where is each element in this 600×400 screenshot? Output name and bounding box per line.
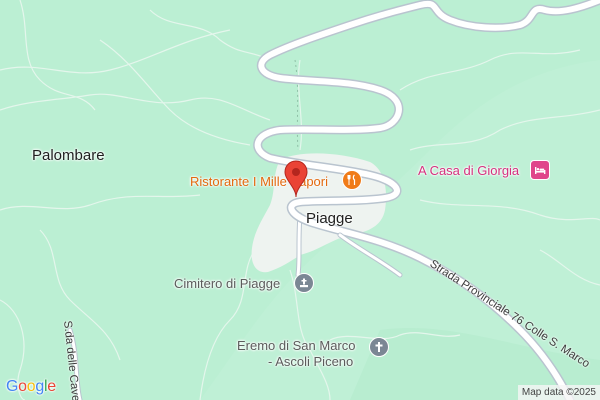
pin-shape — [284, 160, 308, 198]
label-lodging[interactable]: A Casa di Giorgia — [418, 163, 519, 178]
location-pin-icon[interactable] — [284, 160, 308, 203]
label-palombare[interactable]: Palombare — [32, 147, 105, 164]
logo-letter: o — [18, 378, 27, 395]
map-canvas[interactable]: Palombare Piagge Ristorante I Mille Sapo… — [0, 0, 600, 400]
cross-glyph — [375, 342, 383, 352]
memorial-glyph — [300, 278, 308, 288]
cross-icon[interactable] — [369, 337, 389, 357]
google-logo-letters: Google — [6, 378, 56, 395]
trail — [539, 249, 600, 286]
label-hermitage-line2[interactable]: - Ascoli Piceno — [268, 354, 353, 369]
label-piagge[interactable]: Piagge — [306, 210, 353, 227]
bed-glyph — [535, 167, 546, 174]
logo-letter: g — [35, 378, 44, 395]
logo-letter: e — [47, 378, 56, 395]
bed-icon[interactable] — [530, 160, 550, 180]
trail — [419, 199, 600, 221]
fork-knife-icon[interactable] — [342, 170, 362, 190]
label-hermitage-line1[interactable]: Eremo di San Marco — [237, 338, 356, 353]
google-logo: Google — [6, 378, 56, 396]
fork-knife-glyph — [347, 174, 356, 185]
logo-letter: G — [6, 378, 19, 395]
memorial-icon[interactable] — [294, 273, 314, 293]
map-attribution[interactable]: Map data ©2025 — [517, 385, 600, 400]
label-cemetery[interactable]: Cimitero di Piagge — [174, 276, 280, 291]
